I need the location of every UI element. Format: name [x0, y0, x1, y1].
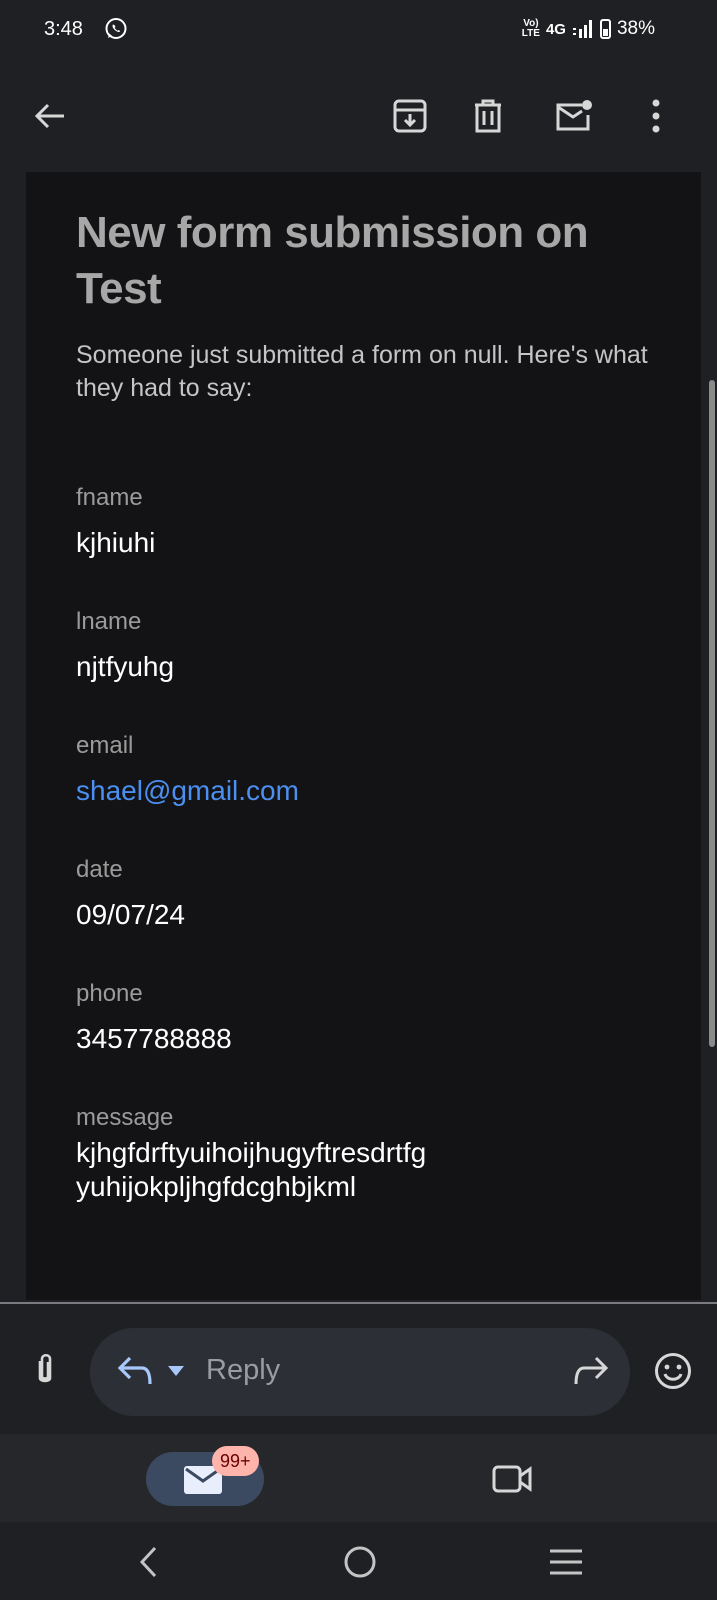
reply-input[interactable]: Reply — [90, 1328, 630, 1416]
battery-icon — [599, 19, 611, 39]
email-subject: New form submission on Test — [76, 208, 589, 313]
field-value: kjhgfdrftyuihoijhugyftresdrtfg yuhijokpl… — [76, 1137, 427, 1202]
field-email: email shael@gmail.com — [76, 732, 299, 808]
system-recents-icon[interactable] — [546, 1542, 586, 1582]
field-date: date 09/07/24 — [76, 856, 185, 932]
signal-icon — [572, 20, 592, 38]
field-lname: lname njtfyuhg — [76, 608, 174, 684]
reply-options-caret-icon[interactable] — [168, 1366, 184, 1376]
field-label: phone — [76, 980, 143, 1007]
archive-button[interactable] — [386, 92, 434, 140]
network-indicator: 4G — [545, 20, 566, 38]
more-vert-icon — [652, 99, 660, 133]
attachment-icon[interactable] — [32, 1352, 58, 1388]
archive-icon — [393, 99, 427, 133]
mark-unread-icon — [556, 100, 592, 131]
field-value: 3457788888 — [76, 1023, 232, 1054]
emoji-icon[interactable] — [654, 1352, 692, 1390]
system-nav — [0, 1522, 717, 1600]
scrollbar[interactable] — [709, 380, 715, 1047]
whatsapp-icon — [105, 18, 127, 39]
field-label: message — [76, 1104, 174, 1131]
app-bar — [0, 62, 717, 172]
back-button[interactable] — [26, 92, 74, 140]
field-value: njtfyuhg — [76, 651, 175, 682]
forward-icon[interactable] — [572, 1354, 608, 1388]
field-value: kjhiuhi — [76, 527, 156, 558]
field-label: fname — [76, 484, 143, 511]
unread-badge: 99+ — [212, 1446, 259, 1476]
field-label: lname — [76, 608, 142, 635]
field-phone: phone 3457788888 — [76, 980, 232, 1056]
system-back-icon[interactable] — [130, 1542, 170, 1582]
bottom-nav: 99+ — [0, 1434, 717, 1522]
delete-button[interactable] — [464, 92, 512, 140]
reply-placeholder: Reply — [206, 1354, 281, 1386]
field-fname: fname kjhiuhi — [76, 484, 155, 560]
reply-icon[interactable] — [116, 1354, 154, 1388]
system-home-icon[interactable] — [340, 1542, 380, 1582]
trash-icon — [475, 99, 501, 133]
mark-unread-button[interactable] — [550, 92, 598, 140]
status-time: 3:48 — [44, 18, 83, 40]
reply-bar: Reply — [0, 1304, 717, 1434]
field-value: 09/07/24 — [76, 899, 185, 930]
more-options-button[interactable] — [632, 92, 680, 140]
status-right: Vo) LTE 4G 38% — [522, 18, 655, 40]
back-arrow-icon — [34, 103, 64, 129]
battery-level: 38% — [616, 18, 655, 39]
status-bar: 3:48 Vo) LTE 4G 38% — [0, 0, 717, 62]
field-label: date — [76, 856, 123, 883]
email-intro: Someone just submitted a form on null. H… — [76, 341, 648, 402]
volte-indicator: Vo) LTE — [521, 18, 540, 39]
video-icon[interactable] — [492, 1464, 532, 1494]
field-message: message kjhgfdrftyuihoijhugyftresdrtfg y… — [76, 1104, 636, 1204]
email-link[interactable]: shael@gmail.com — [76, 774, 299, 808]
field-label: email — [76, 732, 134, 759]
